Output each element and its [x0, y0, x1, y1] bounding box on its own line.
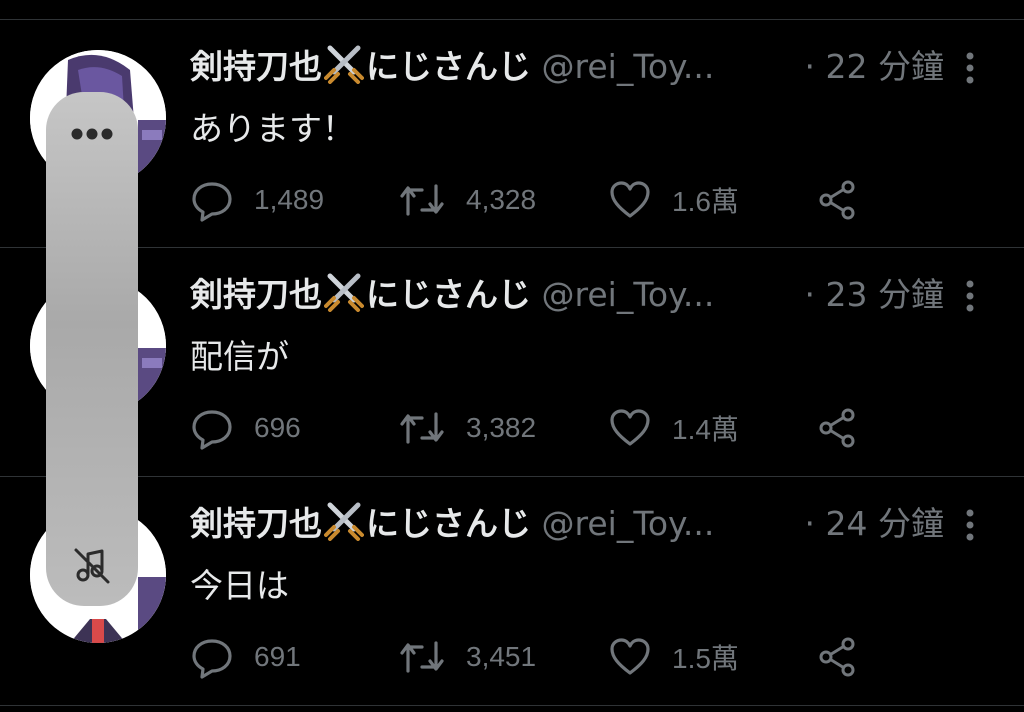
- crossed-swords-icon: [324, 501, 364, 555]
- tweet-header: 剣持刀也 にじさんじ @rei_Toy... · 24 分鐘: [190, 499, 980, 549]
- heart-icon: [610, 409, 650, 446]
- retweet-count: 3,382: [466, 412, 537, 443]
- speaker-mute-icon[interactable]: [70, 544, 114, 588]
- bottom-divider: [0, 705, 1024, 706]
- tweet-text: 配信が: [190, 337, 289, 376]
- display-name[interactable]: 剣持刀也: [190, 504, 322, 543]
- reply-button[interactable]: 1,489: [190, 174, 324, 226]
- like-button[interactable]: 1.4萬: [608, 402, 739, 454]
- retweet-count: 4,328: [466, 184, 537, 215]
- tweet-text: 今日は: [190, 566, 289, 605]
- tweet-actions: 691 3,451 1.5萬: [190, 631, 870, 683]
- tweet-3[interactable]: 剣持刀也 にじさんじ @rei_Toy... · 24 分鐘 今日は 691 3,…: [0, 477, 1024, 705]
- handle[interactable]: @rei_Toy...: [542, 275, 715, 314]
- media-overlay-pill[interactable]: [46, 92, 138, 606]
- share-button[interactable]: [816, 631, 860, 683]
- reply-button[interactable]: 696: [190, 402, 301, 454]
- display-name[interactable]: 剣持刀也: [190, 275, 322, 314]
- timestamp[interactable]: · 24 分鐘: [805, 499, 944, 549]
- more-horizontal-icon[interactable]: [70, 126, 114, 140]
- reply-count: 691: [254, 641, 301, 672]
- like-button[interactable]: 1.5萬: [608, 631, 739, 683]
- handle[interactable]: @rei_Toy...: [542, 47, 715, 86]
- tweet-text: あります！: [190, 109, 355, 148]
- retweet-icon: [400, 184, 444, 216]
- display-name-affiliation: にじさんじ: [366, 504, 531, 543]
- retweet-count: 3,451: [466, 641, 537, 672]
- share-button[interactable]: [816, 174, 860, 226]
- retweet-button[interactable]: 3,451: [398, 631, 536, 683]
- like-count: 1.4萬: [672, 414, 739, 445]
- crossed-swords-icon: [324, 44, 364, 98]
- like-count: 1.6萬: [672, 186, 739, 217]
- reply-count: 696: [254, 412, 301, 443]
- retweet-button[interactable]: 3,382: [398, 402, 536, 454]
- retweet-icon: [400, 412, 444, 444]
- more-vertical-icon[interactable]: [960, 276, 980, 316]
- tweet-1[interactable]: 剣持刀也 にじさんじ @rei_Toy... · 22 分鐘 あります！ 1,48…: [0, 20, 1024, 248]
- reply-icon: [192, 410, 232, 450]
- like-button[interactable]: 1.6萬: [608, 174, 739, 226]
- tweet-2[interactable]: 剣持刀也 にじさんじ @rei_Toy... · 23 分鐘 配信が 696 3,…: [0, 248, 1024, 476]
- timestamp[interactable]: · 23 分鐘: [805, 270, 944, 320]
- display-name-affiliation: にじさんじ: [366, 47, 531, 86]
- display-name-affiliation: にじさんじ: [366, 275, 531, 314]
- heart-icon: [610, 181, 650, 218]
- share-icon: [819, 408, 855, 448]
- like-count: 1.5萬: [672, 643, 739, 674]
- display-name[interactable]: 剣持刀也: [190, 47, 322, 86]
- share-icon: [819, 180, 855, 220]
- reply-icon: [192, 182, 232, 222]
- handle[interactable]: @rei_Toy...: [542, 504, 715, 543]
- tweet-actions: 1,489 4,328 1.6萬: [190, 174, 870, 226]
- share-icon: [819, 637, 855, 677]
- reply-button[interactable]: 691: [190, 631, 301, 683]
- share-button[interactable]: [816, 402, 860, 454]
- more-vertical-icon[interactable]: [960, 48, 980, 88]
- crossed-swords-icon: [324, 272, 364, 326]
- tweet-header: 剣持刀也 にじさんじ @rei_Toy... · 22 分鐘: [190, 42, 980, 92]
- more-vertical-icon[interactable]: [960, 505, 980, 545]
- reply-count: 1,489: [254, 184, 325, 215]
- heart-icon: [610, 638, 650, 675]
- tweet-actions: 696 3,382 1.4萬: [190, 402, 870, 454]
- timestamp[interactable]: · 22 分鐘: [805, 42, 944, 92]
- reply-icon: [192, 639, 232, 679]
- retweet-icon: [400, 641, 444, 673]
- tweet-header: 剣持刀也 にじさんじ @rei_Toy... · 23 分鐘: [190, 270, 980, 320]
- retweet-button[interactable]: 4,328: [398, 174, 536, 226]
